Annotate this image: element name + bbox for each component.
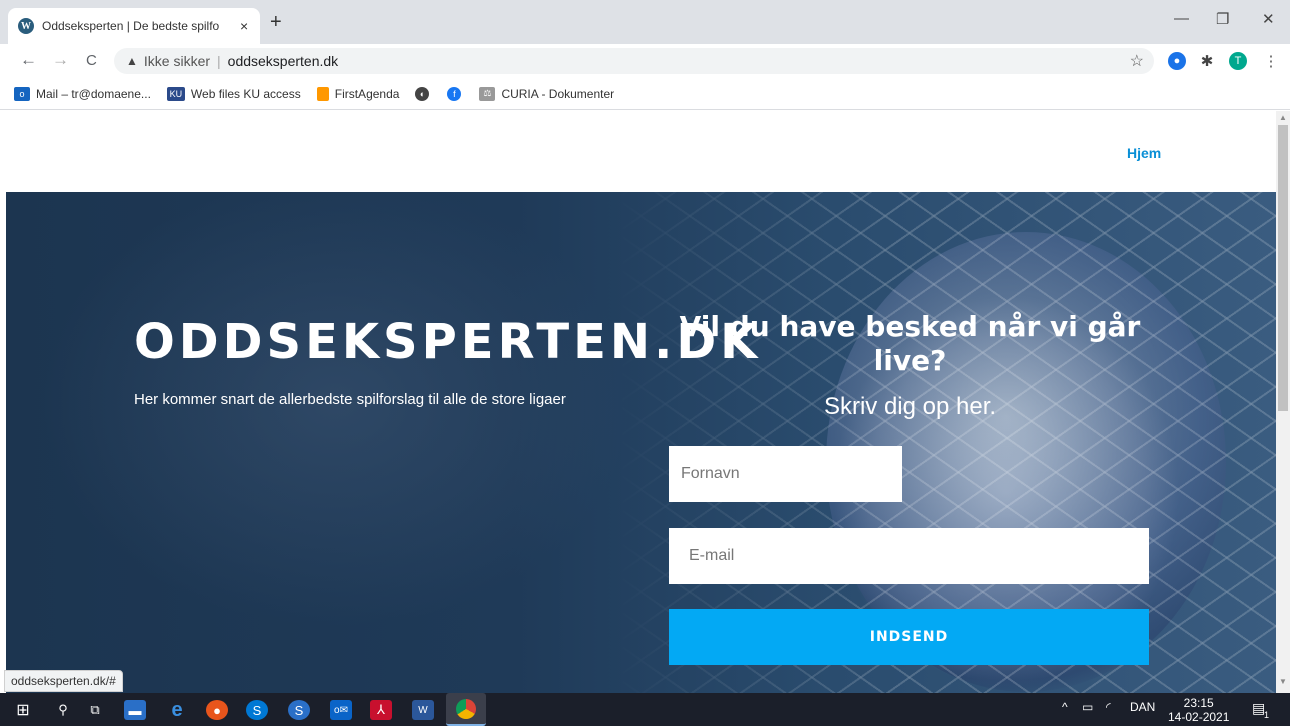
site-brand: ODDSEKSPERTEN.DK: [134, 314, 762, 370]
windows-start-icon[interactable]: ⊞: [12, 700, 34, 720]
security-label: Ikke sikker: [143, 53, 211, 69]
bookmark-star-icon[interactable]: ☆: [1130, 51, 1144, 71]
firstagenda-icon: [316, 86, 329, 101]
clock[interactable]: 23:15 14-02-2021: [1168, 696, 1229, 724]
chrome-icon[interactable]: [446, 693, 486, 726]
language-indicator[interactable]: DAN: [1130, 700, 1155, 714]
forward-button[interactable]: →: [52, 50, 69, 70]
wordpress-icon: W: [18, 18, 34, 34]
bookmark-facebook[interactable]: f: [447, 86, 467, 101]
battery-icon[interactable]: ▭: [1082, 700, 1093, 714]
restore-button[interactable]: ❐: [1216, 10, 1229, 28]
nav-home-link[interactable]: Hjem: [1127, 145, 1161, 161]
signup-heading: Vil du have besked når vi går live?: [679, 310, 1141, 377]
tab-title: Oddseksperten | De bedste spilfo: [42, 19, 220, 33]
status-bar-url: oddseksperten.dk/#: [4, 670, 123, 692]
minimize-button[interactable]: —: [1174, 10, 1189, 27]
address-bar[interactable]: ▲ Ikke sikker | oddseksperten.dk ☆: [114, 48, 1154, 74]
notification-count: 1: [1264, 710, 1270, 720]
skype-business-icon[interactable]: S: [288, 700, 310, 720]
facebook-icon: f: [447, 86, 462, 101]
warning-icon: ▲: [126, 54, 138, 68]
firstname-input[interactable]: [669, 446, 902, 502]
browser-tab[interactable]: W Oddseksperten | De bedste spilfo ×: [8, 8, 260, 44]
bookmark-curia[interactable]: ⚖ CURIA - Dokumenter: [479, 86, 614, 101]
bookmark-firstagenda[interactable]: FirstAgenda: [316, 86, 399, 101]
wifi-icon[interactable]: ◜: [1106, 700, 1111, 714]
tray-expand-icon[interactable]: ^: [1062, 700, 1068, 714]
edge-icon[interactable]: e: [166, 699, 188, 721]
task-view-icon[interactable]: ⧉: [84, 700, 106, 720]
reload-button[interactable]: C: [86, 52, 97, 69]
file-explorer-icon[interactable]: ▬: [124, 700, 146, 720]
back-button[interactable]: ←: [20, 50, 37, 70]
profile-avatar[interactable]: T: [1229, 52, 1247, 70]
close-window-button[interactable]: ✕: [1262, 10, 1275, 28]
url-text[interactable]: oddseksperten.dk: [228, 53, 339, 69]
outlook-icon: o: [14, 86, 30, 101]
scroll-down-icon[interactable]: ▼: [1279, 677, 1287, 686]
tab-close-icon[interactable]: ×: [240, 18, 248, 34]
bookmarks-bar: o Mail – tr@domaene... KU Web files KU a…: [0, 78, 1290, 110]
windows-taskbar: [0, 693, 1290, 726]
separator: |: [217, 53, 221, 69]
submit-button[interactable]: INDSEND: [669, 609, 1149, 665]
new-tab-button[interactable]: +: [270, 12, 282, 32]
email-input[interactable]: [669, 528, 1149, 584]
firefox-icon[interactable]: ●: [206, 700, 228, 720]
ku-icon: KU: [166, 86, 185, 101]
tab-strip: W Oddseksperten | De bedste spilfo × + —…: [0, 0, 1290, 44]
bookmark-ku[interactable]: KU Web files KU access: [166, 86, 301, 101]
bookmark-globe[interactable]: ◐: [415, 86, 435, 101]
scroll-up-icon[interactable]: ▲: [1279, 113, 1287, 122]
word-icon[interactable]: W: [412, 700, 434, 720]
scroll-thumb[interactable]: [1278, 125, 1288, 411]
bookmark-mail[interactable]: o Mail – tr@domaene...: [14, 86, 151, 101]
extension-icon[interactable]: ●: [1168, 52, 1186, 70]
outlook-icon[interactable]: o✉: [330, 700, 352, 720]
skype-icon[interactable]: S: [246, 700, 268, 720]
page-scrollbar[interactable]: ▲ ▼: [1276, 111, 1290, 693]
search-icon[interactable]: ⚲: [52, 700, 74, 720]
globe-icon: ◐: [415, 86, 430, 101]
acrobat-icon[interactable]: ⅄: [370, 700, 392, 720]
puzzle-icon[interactable]: ✱: [1198, 52, 1216, 70]
hero-section: ODDSEKSPERTEN.DK Her kommer snart de all…: [6, 192, 1276, 693]
page-viewport: Hjem ODDSEKSPERTEN.DK Her kommer snart d…: [0, 111, 1276, 693]
signup-subheading: Skriv dig op her.: [823, 393, 997, 420]
menu-icon[interactable]: ⋮: [1262, 52, 1280, 70]
tagline: Her kommer snart de allerbedste spilfors…: [134, 391, 566, 408]
curia-icon: ⚖: [479, 86, 496, 101]
